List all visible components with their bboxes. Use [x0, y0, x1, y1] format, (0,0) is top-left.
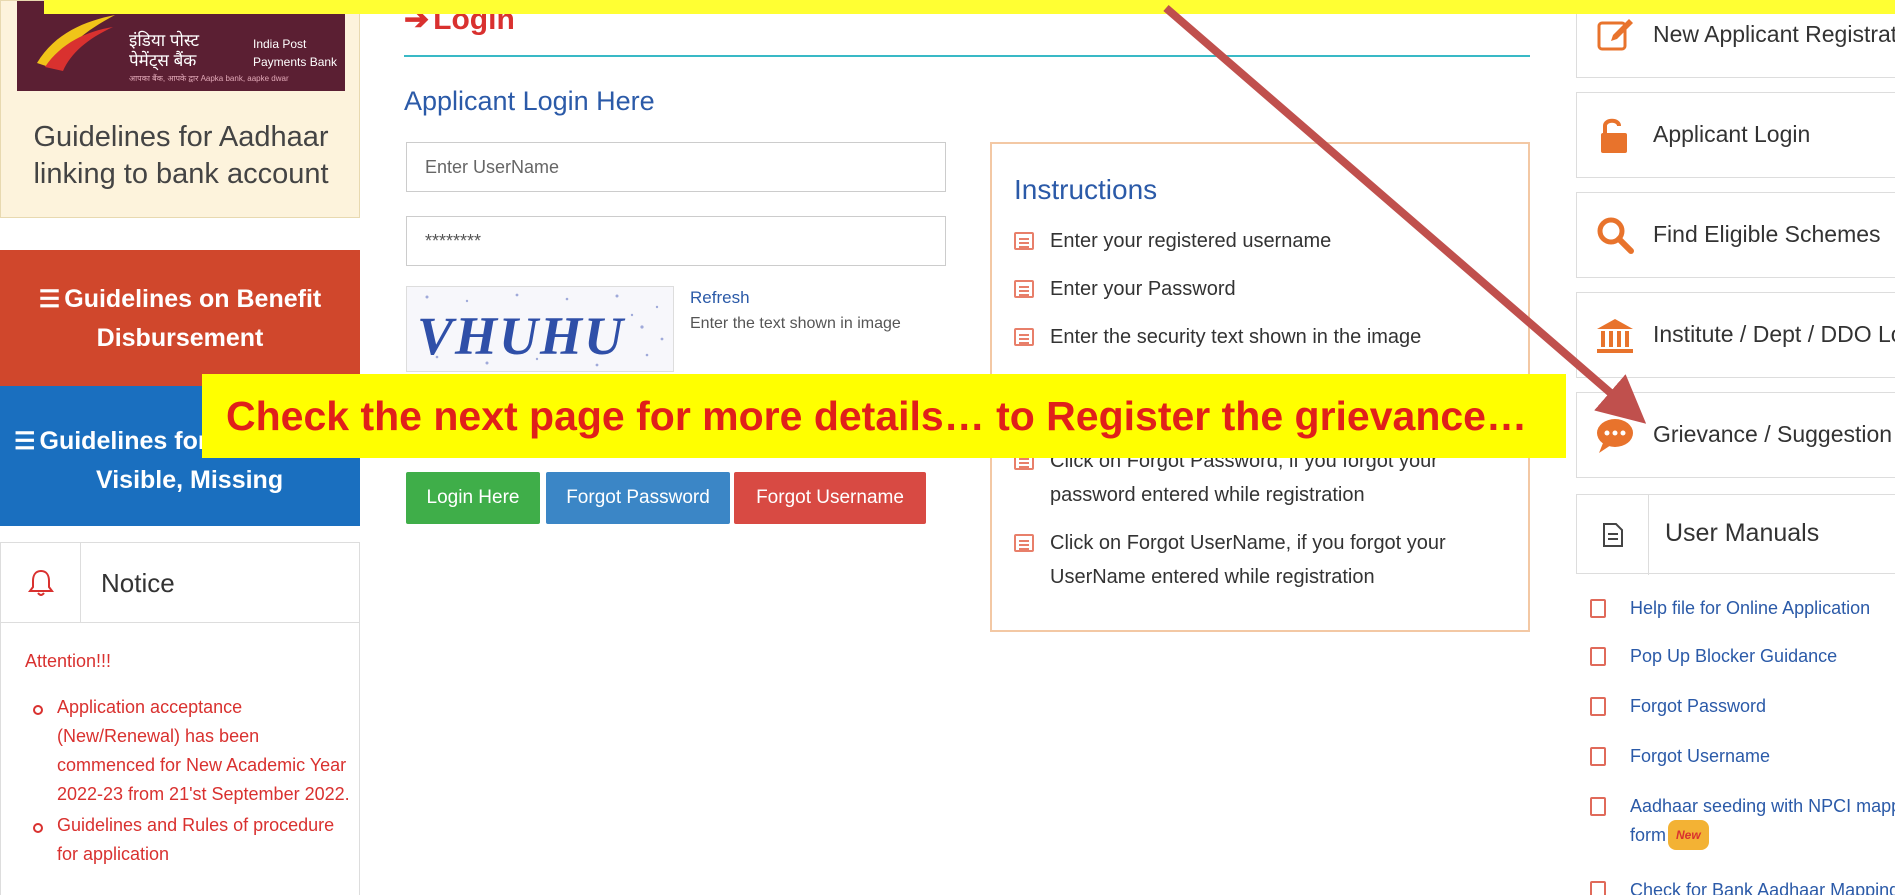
pdf-icon	[1590, 797, 1606, 816]
list-icon: ☰	[38, 286, 61, 313]
manual-link-forgot-password[interactable]: Forgot Password	[1590, 692, 1766, 720]
pdf-icon	[1590, 881, 1606, 895]
top-highlight-banner	[44, 0, 1895, 14]
captcha-hint: Enter the text shown in image	[690, 315, 901, 332]
aadhaar-linking-title: Guidelines for Aadhaar linking to bank a…	[33, 121, 329, 190]
instruction-item: Click on Forgot UserName, if you forgot …	[1014, 526, 1514, 594]
pdf-icon	[1590, 747, 1606, 766]
pdf-icon	[1590, 697, 1606, 716]
ippb-aadhaar-card[interactable]: इंडिया पोस्ट पेमेंट्स बैंक India Post Pa…	[0, 0, 360, 218]
calendar-icon	[1014, 328, 1034, 346]
calendar-icon	[1014, 280, 1034, 298]
password-input[interactable]	[406, 216, 946, 266]
login-divider	[404, 55, 1530, 57]
calendar-icon	[1014, 534, 1034, 552]
ippb-hindi-name: इंडिया पोस्ट पेमेंट्स बैंक	[129, 31, 200, 70]
instruction-item: Enter your Password	[1014, 272, 1514, 306]
forgot-username-button[interactable]: Forgot Username	[734, 472, 926, 524]
list-icon: ☰	[14, 428, 36, 455]
benefit-disbursement-button[interactable]: ☰ Guidelines on Benefit Disbursement	[0, 250, 360, 386]
applicant-login-card[interactable]: Applicant Login	[1576, 92, 1895, 178]
notice-item: Application acceptance (New/Renewal) has…	[25, 693, 355, 809]
applicant-login-heading: Applicant Login Here	[404, 86, 655, 116]
document-icon	[1577, 495, 1649, 575]
edit-icon	[1597, 19, 1633, 51]
institution-icon	[1597, 319, 1633, 353]
calendar-icon	[1014, 232, 1034, 250]
notice-header: Notice	[1, 543, 359, 623]
new-badge: New	[1668, 820, 1709, 850]
bell-icon	[1, 543, 81, 623]
ippb-logo: इंडिया पोस्ट पेमेंट्स बैंक India Post Pa…	[17, 1, 345, 91]
chat-icon	[1597, 419, 1633, 453]
captcha-image: VHUHU	[406, 286, 674, 372]
pdf-icon	[1590, 647, 1606, 666]
unlock-icon	[1601, 118, 1627, 153]
india-post-swoosh-icon	[37, 15, 115, 71]
grievance-suggestion-card[interactable]: Grievance / Suggestion	[1576, 392, 1895, 478]
instructions-title: Instructions	[1014, 174, 1158, 205]
attention-label: Attention!!!	[25, 651, 112, 671]
notice-item: Guidelines and Rules of procedure for ap…	[25, 811, 355, 869]
notice-panel: Notice Attention!!! Application acceptan…	[0, 542, 360, 895]
captcha-refresh-link[interactable]: Refresh	[690, 288, 750, 308]
institute-login-card[interactable]: Institute / Dept / DDO Login	[1576, 292, 1895, 378]
manual-link-help-file[interactable]: Help file for Online Application	[1590, 594, 1870, 622]
find-eligible-schemes-card[interactable]: Find Eligible Schemes	[1576, 192, 1895, 278]
notice-list: Application acceptance (New/Renewal) has…	[25, 693, 355, 871]
manual-link-forgot-username[interactable]: Forgot Username	[1590, 742, 1770, 770]
ippb-english-name: India Post Payments Bank	[253, 37, 338, 69]
captcha-text: VHUHU	[417, 306, 626, 366]
login-button[interactable]: Login Here	[406, 472, 540, 524]
instruction-item: Enter the security text shown in the ima…	[1014, 320, 1514, 354]
notice-title: Notice	[101, 568, 175, 598]
manual-link-bank-aadhaar-mapping[interactable]: Check for Bank Aadhaar Mapping	[1590, 876, 1895, 895]
user-manuals-title: User Manuals	[1665, 519, 1820, 547]
username-input[interactable]	[406, 142, 946, 192]
pdf-icon	[1590, 599, 1606, 618]
manual-link-popup-blocker[interactable]: Pop Up Blocker Guidance	[1590, 642, 1837, 670]
forgot-password-button[interactable]: Forgot Password	[546, 472, 730, 524]
instruction-item: Enter your registered username	[1014, 224, 1514, 258]
ippb-tagline: आपका बैंक, आपके द्वार Aapka bank, aapke …	[129, 74, 289, 83]
search-icon	[1597, 217, 1634, 254]
grievance-callout: Check the next page for more details… to…	[202, 374, 1566, 458]
manual-link-aadhaar-seeding[interactable]: Aadhaar seeding with NPCI mapper form New	[1590, 792, 1895, 850]
user-manuals-header: User Manuals	[1576, 494, 1895, 575]
